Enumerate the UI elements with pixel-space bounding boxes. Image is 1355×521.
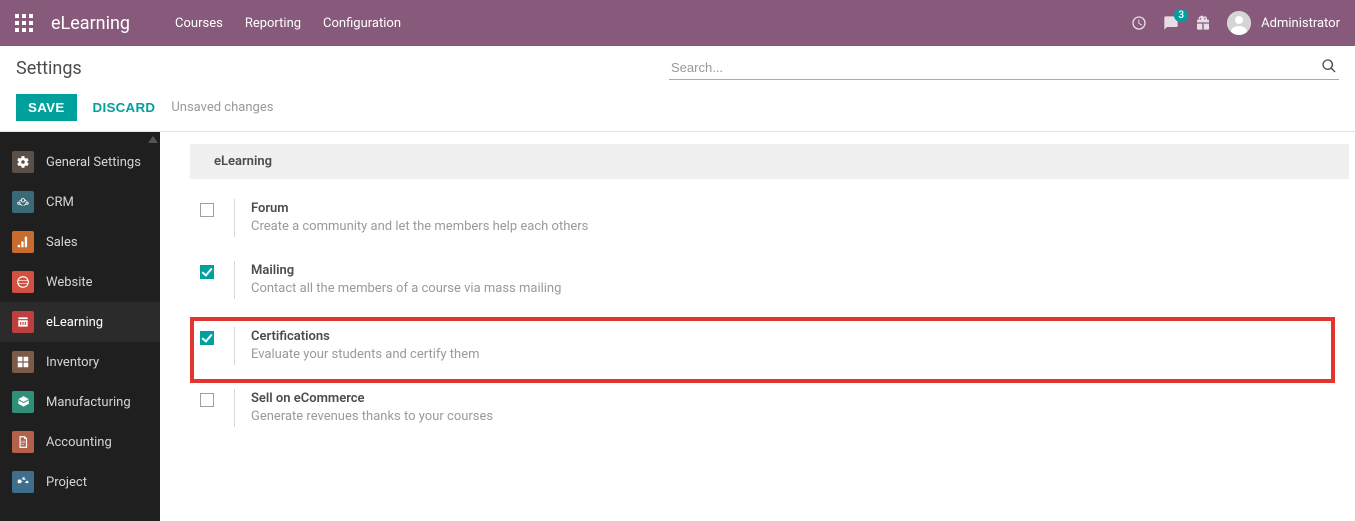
setting-desc: Evaluate your students and certify them [251, 347, 480, 362]
sidebar-item-label: Manufacturing [46, 395, 131, 410]
setting-row-mailing: Mailing Contact all the members of a cour… [200, 255, 1335, 317]
sidebar-item-elearning[interactable]: eLearning [0, 302, 160, 342]
nav-link-configuration[interactable]: Configuration [323, 16, 401, 31]
apps-icon[interactable] [15, 14, 33, 32]
module-icon [12, 431, 34, 453]
nav-link-courses[interactable]: Courses [175, 16, 223, 31]
nav-right: 3 Administrator [1131, 11, 1340, 35]
username: Administrator [1261, 16, 1340, 31]
module-icon [12, 271, 34, 293]
avatar [1227, 11, 1251, 35]
setting-desc: Create a community and let the members h… [251, 219, 588, 234]
setting-text: Forum Create a community and let the memb… [251, 201, 588, 237]
setting-checkbox[interactable] [200, 265, 214, 279]
scroll-up-icon[interactable] [148, 136, 158, 143]
divider [234, 261, 235, 299]
setting-text: Mailing Contact all the members of a cour… [251, 263, 561, 299]
module-icon [12, 231, 34, 253]
setting-checkbox[interactable] [200, 331, 214, 345]
sidebar-item-label: eLearning [46, 315, 103, 330]
module-icon [12, 351, 34, 373]
messages-badge: 3 [1174, 9, 1188, 22]
sidebar-item-website[interactable]: Website [0, 262, 160, 302]
module-icon [12, 471, 34, 493]
sidebar-item-label: General Settings [46, 155, 141, 170]
settings-list: Forum Create a community and let the memb… [160, 193, 1355, 445]
sidebar-item-crm[interactable]: CRM [0, 182, 160, 222]
setting-checkbox[interactable] [200, 393, 214, 407]
search-area [669, 56, 1339, 80]
search-icon [1321, 58, 1337, 74]
module-icon [12, 191, 34, 213]
section-header: eLearning [190, 144, 1349, 179]
setting-desc: Generate revenues thanks to your courses [251, 409, 493, 424]
gift-icon[interactable] [1195, 15, 1211, 31]
divider [234, 327, 235, 365]
sidebar-item-general-settings[interactable]: General Settings [0, 142, 160, 182]
setting-row-certifications: Certifications Evaluate your students and… [190, 317, 1335, 383]
search-button[interactable] [1319, 56, 1339, 79]
save-button[interactable]: SAVE [16, 94, 77, 121]
discard-button[interactable]: DISCARD [91, 94, 158, 121]
setting-title: Mailing [251, 263, 561, 278]
sidebar-item-manufacturing[interactable]: Manufacturing [0, 382, 160, 422]
divider [234, 389, 235, 427]
user-menu[interactable]: Administrator [1227, 11, 1340, 35]
nav-link-reporting[interactable]: Reporting [245, 16, 301, 31]
body: General Settings CRM Sales Website eLearning… [0, 132, 1355, 521]
module-icon [12, 391, 34, 413]
search-input[interactable] [669, 56, 1339, 80]
page-title: Settings [16, 58, 82, 79]
sidebar-item-accounting[interactable]: Accounting [0, 422, 160, 462]
setting-row-forum: Forum Create a community and let the memb… [200, 193, 1335, 255]
setting-text: Sell on eCommerce Generate revenues thank… [251, 391, 493, 427]
sidebar-item-sales[interactable]: Sales [0, 222, 160, 262]
setting-checkbox[interactable] [200, 203, 214, 217]
sidebar-item-label: CRM [46, 195, 74, 210]
sidebar-item-inventory[interactable]: Inventory [0, 342, 160, 382]
module-icon [12, 311, 34, 333]
nav-links: Courses Reporting Configuration [175, 16, 401, 31]
sidebar-item-label: Accounting [46, 435, 112, 450]
sidebar-item-project[interactable]: Project [0, 462, 160, 502]
sidebar-item-label: Project [46, 475, 87, 490]
setting-title: Sell on eCommerce [251, 391, 493, 406]
setting-title: Forum [251, 201, 588, 216]
divider [234, 199, 235, 237]
sidebar-item-label: Sales [46, 235, 78, 250]
clock-icon[interactable] [1131, 15, 1147, 31]
settings-sidebar: General Settings CRM Sales Website eLearning… [0, 132, 160, 521]
setting-desc: Contact all the members of a course via … [251, 281, 561, 296]
sidebar-item-label: Inventory [46, 355, 99, 370]
settings-main: eLearning Forum Create a community and le… [160, 132, 1355, 521]
control-panel: Settings SAVE DISCARD Unsaved changes [0, 46, 1355, 132]
module-icon [12, 151, 34, 173]
messages-icon[interactable]: 3 [1163, 15, 1179, 31]
setting-row-sell-on-ecommerce: Sell on eCommerce Generate revenues thank… [200, 383, 1335, 445]
setting-text: Certifications Evaluate your students and… [251, 329, 480, 365]
unsaved-label: Unsaved changes [171, 100, 273, 115]
setting-title: Certifications [251, 329, 480, 344]
brand-title[interactable]: eLearning [51, 13, 130, 34]
top-navbar: eLearning Courses Reporting Configuratio… [0, 0, 1355, 46]
sidebar-item-label: Website [46, 275, 93, 290]
